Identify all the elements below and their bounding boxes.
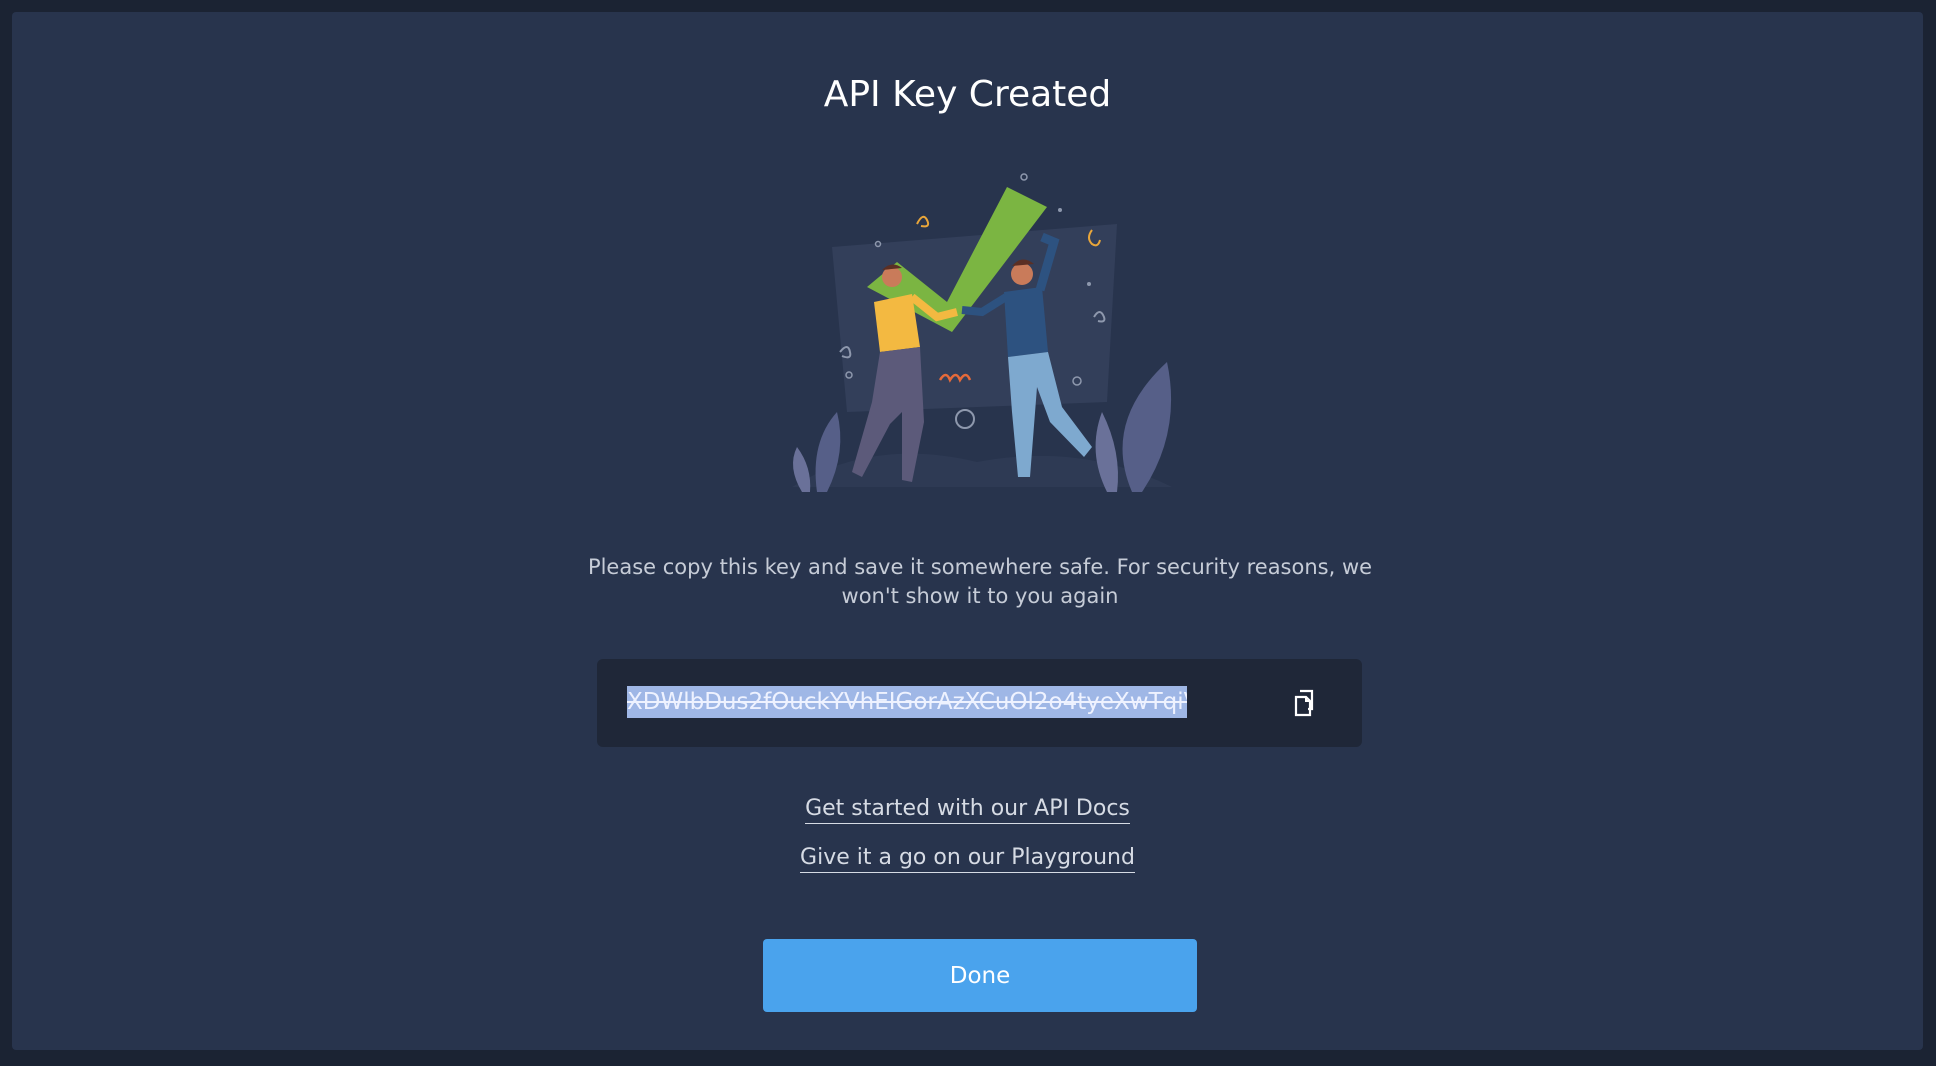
api-docs-link[interactable]: Get started with our API Docs: [805, 796, 1130, 824]
success-illustration: [792, 173, 1172, 492]
playground-link[interactable]: Give it a go on our Playground: [800, 845, 1135, 873]
api-key-value[interactable]: XDWlbDus2fOuckYVhEIGorAzXCuOl2o4tyeXwTqi…: [627, 686, 1187, 718]
done-button[interactable]: Done: [763, 939, 1197, 1012]
api-key-box: XDWlbDus2fOuckYVhEIGorAzXCuOl2o4tyeXwTqi…: [597, 659, 1362, 747]
copy-button[interactable]: [1287, 685, 1323, 721]
security-message: Please copy this key and save it somewhe…: [587, 555, 1373, 608]
api-docs-link-row: Get started with our API Docs: [12, 796, 1923, 824]
modal-title: API Key Created: [823, 74, 1112, 115]
api-key-modal: API Key Created Please copy this key and…: [12, 12, 1923, 1050]
copy-icon: [1294, 689, 1314, 717]
playground-link-row: Give it a go on our Playground: [12, 845, 1923, 873]
